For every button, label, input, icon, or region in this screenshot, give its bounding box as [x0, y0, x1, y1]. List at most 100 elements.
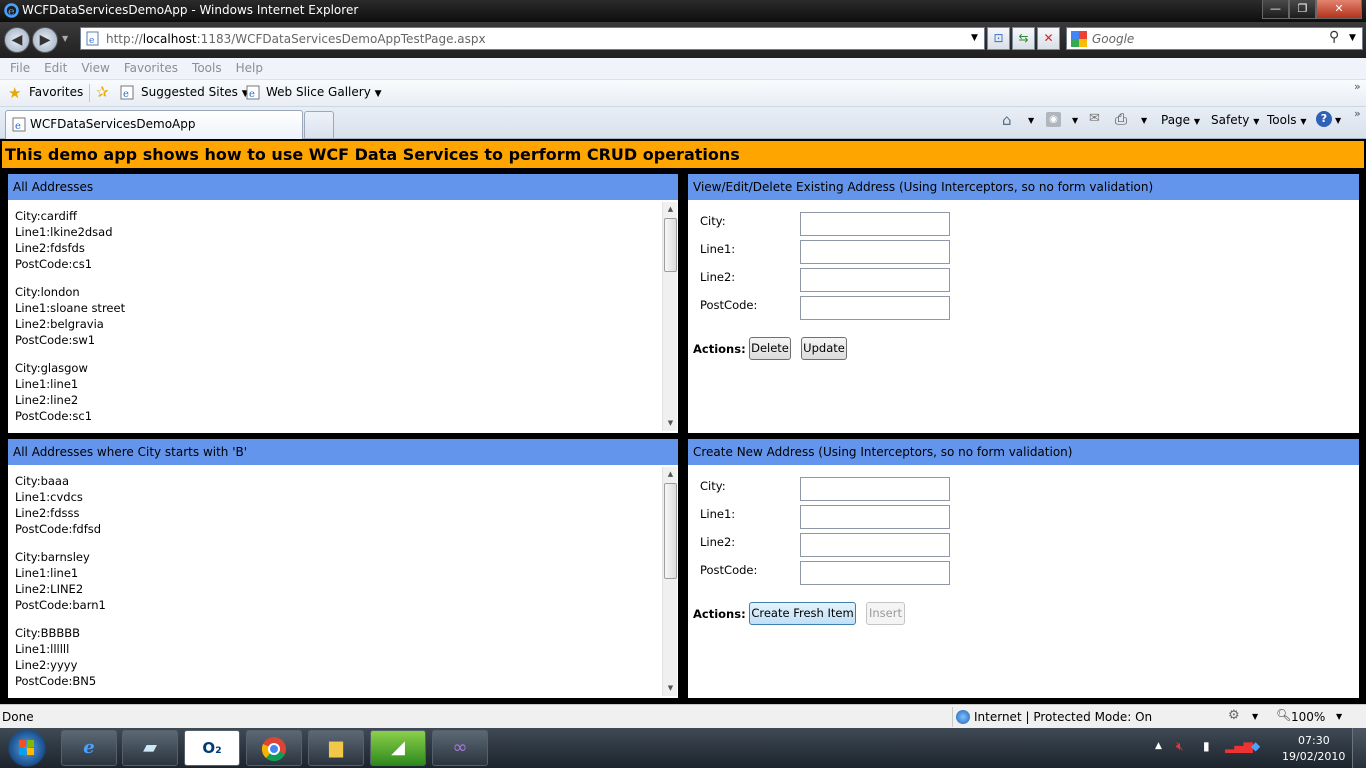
taskbar-notepad-button[interactable]: ▰ [122, 730, 178, 766]
scrollbar[interactable]: ▲ ▼ [662, 202, 677, 431]
scroll-down-icon[interactable]: ▼ [663, 681, 678, 696]
mail-icon[interactable]: ✉ [1089, 111, 1100, 126]
ie-logo-icon: e [83, 737, 95, 758]
help-icon[interactable]: ? [1316, 111, 1332, 127]
edit-line1-input[interactable] [800, 240, 950, 264]
svg-text:e: e [89, 36, 94, 46]
menu-tools[interactable]: Tools [185, 58, 229, 75]
edit-line2-input[interactable] [800, 268, 950, 292]
minimize-button[interactable]: — [1262, 0, 1289, 19]
search-input[interactable]: Google ⚲ ▼ [1066, 27, 1363, 50]
home-dropdown-icon[interactable]: ▼ [1028, 116, 1034, 125]
address-line2: Line2:yyyy [15, 658, 78, 672]
list-item[interactable]: City:baaa Line1:cvdcs Line2:fdsss PostCo… [15, 473, 662, 537]
menu-help[interactable]: Help [229, 58, 270, 75]
search-icon[interactable]: ⚲ [1329, 29, 1339, 45]
address-bar[interactable]: e http://localhost:1183/WCFDataServicesD… [80, 27, 985, 50]
taskbar-app-button[interactable]: ◢ [370, 730, 426, 766]
address-dropdown-icon[interactable]: ▼ [971, 33, 978, 43]
scrollbar[interactable]: ▲ ▼ [662, 467, 677, 696]
delete-button[interactable]: Delete [749, 337, 791, 360]
feeds-dropdown-icon[interactable]: ▼ [1072, 116, 1078, 125]
network-icon[interactable]: ▂▄▆ [1225, 739, 1253, 753]
create-line1-input[interactable] [800, 505, 950, 529]
maximize-button[interactable]: ❐ [1289, 0, 1316, 19]
chevron-icon[interactable]: » [1354, 80, 1361, 93]
list-item[interactable]: City:glasgow Line1:line1 Line2:line2 Pos… [15, 360, 662, 424]
scroll-down-icon[interactable]: ▼ [663, 416, 678, 431]
zoom-dropdown-icon[interactable]: ▼ [1336, 712, 1342, 721]
home-icon[interactable]: ⌂ [1002, 111, 1012, 129]
create-fresh-item-button[interactable]: Create Fresh Item [749, 602, 856, 625]
safety-menu[interactable]: Safety ▼ [1211, 113, 1259, 127]
taskbar-chrome-button[interactable] [246, 730, 302, 766]
security-zone[interactable]: Internet | Protected Mode: On [974, 710, 1152, 724]
taskbar: e ▰ O₂ ▆ ◢ ∞ ▲ 🔇︎ ▮ ▂▄▆ ◆ 07:30 19/02/20… [0, 728, 1366, 768]
menu-edit[interactable]: Edit [37, 58, 74, 75]
compatibility-view-button[interactable]: ⊡ [987, 27, 1010, 50]
zoom-level[interactable]: 100% [1291, 710, 1325, 724]
create-city-input[interactable] [800, 477, 950, 501]
battery-icon[interactable]: ▮ [1203, 739, 1210, 753]
taskbar-ie-button[interactable]: e [61, 730, 117, 766]
add-favorites-icon[interactable]: ✰ [96, 83, 109, 101]
show-desktop-button[interactable] [1352, 728, 1366, 768]
list-item[interactable]: City:cardiff Line1:lkine2dsad Line2:fdsf… [15, 208, 662, 272]
settings-dropdown-icon[interactable]: ▼ [1252, 712, 1258, 721]
page-menu[interactable]: Page ▼ [1161, 113, 1200, 127]
menu-file[interactable]: File [3, 58, 37, 75]
volume-muted-icon[interactable]: 🔇︎ [1176, 739, 1184, 754]
print-dropdown-icon[interactable]: ▼ [1141, 116, 1147, 125]
edit-postcode-input[interactable] [800, 296, 950, 320]
menu-view[interactable]: View [74, 58, 116, 75]
actions-label: Actions: [693, 607, 746, 621]
web-slice-gallery-button[interactable]: Web Slice Gallery ▼ [266, 85, 382, 99]
list-item[interactable]: City:barnsley Line1:line1 Line2:LINE2 Po… [15, 549, 662, 613]
address-postcode: PostCode:sw1 [15, 333, 96, 347]
update-button[interactable]: Update [801, 337, 847, 360]
list-item[interactable]: City:BBBBB Line1:llllll Line2:yyyy PostC… [15, 625, 662, 689]
tools-menu[interactable]: Tools ▼ [1267, 113, 1307, 127]
status-text: Done [2, 710, 34, 724]
menu-bar: File Edit View Favorites Tools Help [0, 58, 1366, 80]
forward-button[interactable]: ▶ [32, 27, 58, 53]
stop-button[interactable]: ✕ [1037, 27, 1060, 50]
history-dropdown-icon[interactable]: ▼ [62, 34, 68, 43]
scroll-thumb[interactable] [664, 483, 677, 579]
create-line2-input[interactable] [800, 533, 950, 557]
clock-time[interactable]: 07:30 [1298, 734, 1330, 747]
refresh-button[interactable]: ⇆ [1012, 27, 1035, 50]
list-item[interactable]: City:london Line1:sloane street Line2:be… [15, 284, 662, 348]
scroll-thumb[interactable] [664, 218, 677, 272]
scroll-up-icon[interactable]: ▲ [663, 202, 678, 217]
settings-icon[interactable]: ⚙ [1228, 708, 1240, 723]
close-button[interactable]: ✕ [1316, 0, 1362, 19]
help-dropdown-icon[interactable]: ▼ [1335, 116, 1341, 125]
taskbar-o2-button[interactable]: O₂ [184, 730, 240, 766]
show-hidden-icons[interactable]: ▲ [1155, 741, 1162, 751]
print-icon[interactable]: ⎙ [1115, 110, 1127, 128]
favorites-button[interactable]: Favorites [29, 85, 83, 99]
menu-favorites[interactable]: Favorites [117, 58, 185, 75]
edit-city-input[interactable] [800, 212, 950, 236]
insert-button[interactable]: Insert [866, 602, 905, 625]
window-title: WCFDataServicesDemoApp - Windows Interne… [22, 3, 359, 17]
chevron-icon[interactable]: » [1354, 107, 1361, 120]
taskbar-visual-studio-button[interactable]: ∞ [432, 730, 488, 766]
search-dropdown-icon[interactable]: ▼ [1349, 33, 1356, 43]
stop-icon: ✕ [1043, 31, 1054, 45]
feeds-icon[interactable]: ◉ [1046, 112, 1061, 127]
back-button[interactable]: ◀ [4, 27, 30, 53]
clock-date[interactable]: 19/02/2010 [1282, 750, 1345, 763]
folder-icon: ▆ [329, 737, 343, 758]
taskbar-explorer-button[interactable]: ▆ [308, 730, 364, 766]
address-line2: Line2:LINE2 [15, 582, 84, 596]
suggested-sites-button[interactable]: Suggested Sites ▼ [141, 85, 249, 99]
start-button[interactable] [2, 728, 52, 768]
new-tab-button[interactable] [304, 111, 334, 138]
dropbox-icon[interactable]: ◆ [1251, 739, 1260, 753]
address-city: City:barnsley [15, 550, 90, 564]
tab-wcfdataservicesdemoapp[interactable]: e WCFDataServicesDemoApp [5, 110, 303, 139]
create-postcode-input[interactable] [800, 561, 950, 585]
scroll-up-icon[interactable]: ▲ [663, 467, 678, 482]
